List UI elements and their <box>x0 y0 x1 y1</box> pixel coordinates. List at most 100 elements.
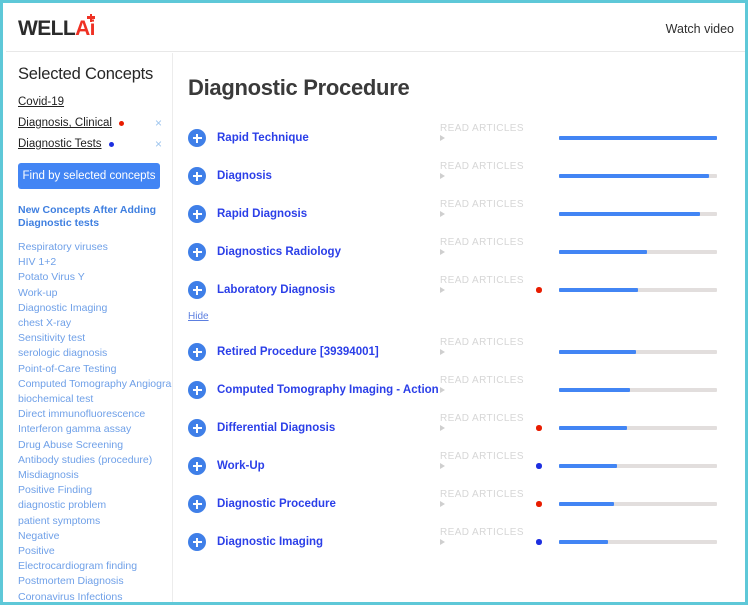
read-articles-link[interactable]: READ ARTICLES <box>440 413 524 431</box>
read-articles-label: READ ARTICLES <box>440 237 524 248</box>
selected-concept-label[interactable]: Diagnosis, Clinical <box>18 117 112 129</box>
procedure-row: Laboratory Diagnosis READ ARTICLES <box>174 271 745 309</box>
relevance-bar-fill <box>559 174 710 178</box>
plus-circle-icon[interactable] <box>188 129 206 147</box>
procedure-label[interactable]: Rapid Diagnosis <box>217 208 307 220</box>
play-triangle-icon <box>440 539 445 545</box>
read-articles-link[interactable]: READ ARTICLES <box>440 161 524 179</box>
remove-concept-icon[interactable]: × <box>155 138 162 150</box>
new-concept-item[interactable]: Point-of-Care Testing <box>18 362 166 377</box>
remove-concept-icon[interactable]: × <box>155 117 162 129</box>
play-triangle-icon <box>440 211 445 217</box>
plus-circle-icon[interactable] <box>188 533 206 551</box>
relevance-bar-fill <box>559 136 717 140</box>
relevance-bar-fill <box>559 288 638 292</box>
medical-cross-icon <box>86 13 95 22</box>
procedure-label[interactable]: Diagnostic Procedure <box>217 498 336 510</box>
new-concept-item[interactable]: Potato Virus Y <box>18 270 166 285</box>
new-concept-item[interactable]: Drug Abuse Screening <box>18 438 166 453</box>
new-concept-item[interactable]: Misdiagnosis <box>18 468 166 483</box>
relevance-bar-track <box>559 174 717 178</box>
plus-circle-icon[interactable] <box>188 381 206 399</box>
procedure-label[interactable]: Work-Up <box>217 460 265 472</box>
read-articles-label: READ ARTICLES <box>440 123 524 134</box>
read-articles-link[interactable]: READ ARTICLES <box>440 199 524 217</box>
new-concept-item[interactable]: chest X-ray <box>18 316 166 331</box>
logo-text-well: WELL <box>18 16 76 40</box>
new-concept-item[interactable]: Sensitivity test <box>18 331 166 346</box>
procedure-row: Diagnosis READ ARTICLES <box>174 157 745 195</box>
plus-circle-icon[interactable] <box>188 457 206 475</box>
procedure-row: Diagnostics Radiology READ ARTICLES <box>174 233 745 271</box>
read-articles-label: READ ARTICLES <box>440 451 524 462</box>
procedure-label[interactable]: Diagnostic Imaging <box>217 536 323 548</box>
play-triangle-icon <box>440 501 445 507</box>
new-concept-item[interactable]: serologic diagnosis <box>18 346 166 361</box>
procedure-rows-top: Rapid Technique READ ARTICLES Diagnosis REA… <box>174 119 745 309</box>
new-concept-item[interactable]: Direct immunofluorescence <box>18 407 166 422</box>
procedure-label[interactable]: Retired Procedure [39394001] <box>217 346 379 358</box>
selected-concept-label[interactable]: Covid-19 <box>18 96 64 108</box>
new-concept-item[interactable]: biochemical test <box>18 392 166 407</box>
procedure-row-left: Diagnostic Imaging <box>188 523 323 561</box>
plus-circle-icon[interactable] <box>188 495 206 513</box>
procedure-label[interactable]: Diagnosis <box>217 170 272 182</box>
procedure-row-left: Rapid Technique <box>188 119 309 157</box>
relevance-bar-track <box>559 426 717 430</box>
watch-video-link[interactable]: Watch video <box>666 22 734 36</box>
procedure-row: Retired Procedure [39394001] READ ARTICLE… <box>174 333 745 371</box>
hide-link[interactable]: Hide <box>188 311 209 322</box>
read-articles-link[interactable]: READ ARTICLES <box>440 237 524 255</box>
plus-circle-icon[interactable] <box>188 281 206 299</box>
new-concepts-list: Respiratory viruses HIV 1+2 Potato Virus Y… <box>18 240 172 602</box>
procedure-label[interactable]: Diagnostics Radiology <box>217 246 341 258</box>
logo-text-ai: Ai <box>75 13 96 41</box>
read-articles-label: READ ARTICLES <box>440 489 524 500</box>
relevance-bar-fill <box>559 250 648 254</box>
read-articles-link[interactable]: READ ARTICLES <box>440 275 524 293</box>
procedure-label[interactable]: Differential Diagnosis <box>217 422 335 434</box>
plus-circle-icon[interactable] <box>188 343 206 361</box>
new-concept-item[interactable]: Antibody studies (procedure) <box>18 453 166 468</box>
relevance-bar-track <box>559 288 717 292</box>
find-by-selected-concepts-button[interactable]: Find by selected concepts <box>18 163 160 189</box>
read-articles-link[interactable]: READ ARTICLES <box>440 489 524 507</box>
new-concept-item[interactable]: Respiratory viruses <box>18 240 166 255</box>
wellai-logo[interactable]: WELL Ai <box>18 13 96 41</box>
new-concept-item[interactable]: Interferon gamma assay <box>18 422 166 437</box>
procedure-label[interactable]: Rapid Technique <box>217 132 309 144</box>
read-articles-link[interactable]: READ ARTICLES <box>440 123 524 141</box>
procedure-label[interactable]: Computed Tomography Imaging - Action <box>217 384 439 396</box>
new-concept-item[interactable]: Computed Tomography Angiography <box>18 377 172 392</box>
new-concept-item[interactable]: Electrocardiogram finding <box>18 559 166 574</box>
row-color-dot-red <box>536 287 542 293</box>
read-articles-link[interactable]: READ ARTICLES <box>440 337 524 355</box>
read-articles-link[interactable]: READ ARTICLES <box>440 375 524 393</box>
new-concept-item[interactable]: Positive <box>18 544 166 559</box>
plus-circle-icon[interactable] <box>188 205 206 223</box>
read-articles-link[interactable]: READ ARTICLES <box>440 451 524 469</box>
new-concept-item[interactable]: Work-up <box>18 286 166 301</box>
new-concept-item[interactable]: diagnostic problem <box>18 498 166 513</box>
plus-circle-icon[interactable] <box>188 419 206 437</box>
plus-circle-icon[interactable] <box>188 167 206 185</box>
new-concept-item[interactable]: patient symptoms <box>18 514 166 529</box>
new-concept-item[interactable]: Positive Finding <box>18 483 166 498</box>
concept-color-dot-blue <box>108 141 114 147</box>
selected-concept-label[interactable]: Diagnostic Tests <box>18 138 102 150</box>
new-concept-item[interactable]: Coronavirus Infections <box>18 590 166 602</box>
procedure-row-left: Diagnostic Procedure <box>188 485 336 523</box>
new-concept-item[interactable]: Postmortem Diagnosis <box>18 574 166 589</box>
new-concept-item[interactable]: Negative <box>18 529 166 544</box>
new-concept-item[interactable]: Diagnostic Imaging <box>18 301 166 316</box>
read-articles-link[interactable]: READ ARTICLES <box>440 527 524 545</box>
play-triangle-icon <box>440 173 445 179</box>
procedure-row-left: Work-Up <box>188 447 265 485</box>
read-articles-label: READ ARTICLES <box>440 527 524 538</box>
selected-concept-row: Diagnostic Tests × <box>18 135 166 153</box>
new-concept-item[interactable]: HIV 1+2 <box>18 255 166 270</box>
relevance-bar-track <box>559 388 717 392</box>
relevance-bar-fill <box>559 350 637 354</box>
procedure-label[interactable]: Laboratory Diagnosis <box>217 284 335 296</box>
plus-circle-icon[interactable] <box>188 243 206 261</box>
